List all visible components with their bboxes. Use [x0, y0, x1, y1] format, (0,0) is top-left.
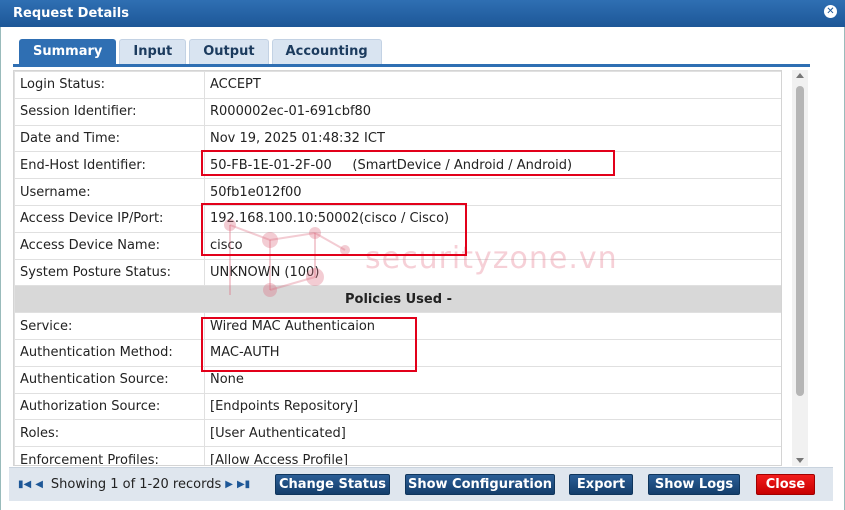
row-key: End-Host Identifier: [14, 151, 205, 180]
pager: ▮◀ ◀ Showing 1 of 1-20 records ▶ ▶▮ [18, 477, 254, 492]
scroll-down-icon[interactable] [796, 458, 804, 463]
first-page-icon[interactable]: ▮◀ [18, 479, 31, 490]
highlight-access-device [201, 203, 467, 256]
row-value: 50fb1e012f00 [204, 178, 781, 206]
change-status-button[interactable]: Change Status [275, 474, 390, 495]
row-value: ACCEPT [204, 71, 781, 99]
table-row: System Posture Status: UNKNOWN (100) [14, 258, 781, 287]
table-row: Username: 50fb1e012f00 [14, 178, 781, 206]
row-key: Enforcement Profiles: [14, 446, 205, 465]
row-value: R000002ec-01-691cbf80 [204, 97, 781, 126]
next-page-icon[interactable]: ▶ [225, 479, 233, 490]
last-page-icon[interactable]: ▶▮ [237, 479, 250, 490]
export-button[interactable]: Export [569, 474, 633, 495]
row-value: Nov 19, 2025 01:48:32 ICT [204, 124, 781, 153]
summary-panel: Login Status: ACCEPT Session Identifier: R… [13, 70, 782, 466]
section-header-row: Policies Used - [14, 285, 781, 314]
row-key: Roles: [14, 419, 205, 448]
show-configuration-button[interactable]: Show Configuration [405, 474, 555, 495]
tab-output[interactable]: Output [189, 39, 269, 64]
table-row: Authorization Source: [Endpoints Reposito… [14, 392, 781, 421]
highlight-service-auth [201, 317, 417, 372]
row-key: Date and Time: [14, 124, 205, 153]
table-row: Login Status: ACCEPT [14, 71, 781, 99]
row-key: Authentication Source: [14, 365, 205, 394]
dialog-title-bar: Request Details ✕ [0, 0, 845, 27]
row-key: Login Status: [14, 71, 205, 99]
tab-summary[interactable]: Summary [19, 39, 117, 64]
vertical-scrollbar[interactable] [792, 70, 808, 466]
tab-input[interactable]: Input [119, 39, 187, 64]
tab-accounting[interactable]: Accounting [271, 39, 382, 64]
details-table: Login Status: ACCEPT Session Identifier: R… [14, 71, 781, 465]
close-icon[interactable]: ✕ [824, 5, 837, 18]
row-value: UNKNOWN (100) [204, 258, 781, 287]
row-key: Authorization Source: [14, 392, 205, 421]
row-key: Session Identifier: [14, 97, 205, 126]
row-key: Access Device IP/Port: [14, 204, 205, 233]
row-key: Service: [14, 312, 205, 340]
row-value: [Allow Access Profile] [204, 446, 781, 465]
row-key: Access Device Name: [14, 231, 205, 260]
highlight-end-host [201, 150, 615, 176]
table-row: Enforcement Profiles: [Allow Access Profi… [14, 446, 781, 465]
table-row: Session Identifier: R000002ec-01-691cbf80 [14, 97, 781, 126]
tab-bar: Summary Input Output Accounting [19, 39, 385, 64]
dialog-title: Request Details [13, 6, 129, 21]
table-row: Roles: [User Authenticated] [14, 419, 781, 448]
prev-page-icon[interactable]: ◀ [35, 479, 43, 490]
row-value: [User Authenticated] [204, 419, 781, 448]
scroll-up-icon[interactable] [796, 73, 804, 78]
row-key: Username: [14, 178, 205, 206]
scroll-thumb[interactable] [796, 86, 804, 396]
row-value: [Endpoints Repository] [204, 392, 781, 421]
pager-text: Showing 1 of 1-20 records [50, 477, 222, 492]
section-header: Policies Used - [14, 285, 781, 314]
table-row: Date and Time: Nov 19, 2025 01:48:32 ICT [14, 124, 781, 153]
row-key: System Posture Status: [14, 258, 205, 287]
dialog-footer: ▮◀ ◀ Showing 1 of 1-20 records ▶ ▶▮ Chan… [9, 467, 833, 501]
tab-underline [13, 64, 810, 67]
row-key: Authentication Method: [14, 338, 205, 367]
show-logs-button[interactable]: Show Logs [648, 474, 740, 495]
close-button[interactable]: Close [756, 474, 815, 495]
